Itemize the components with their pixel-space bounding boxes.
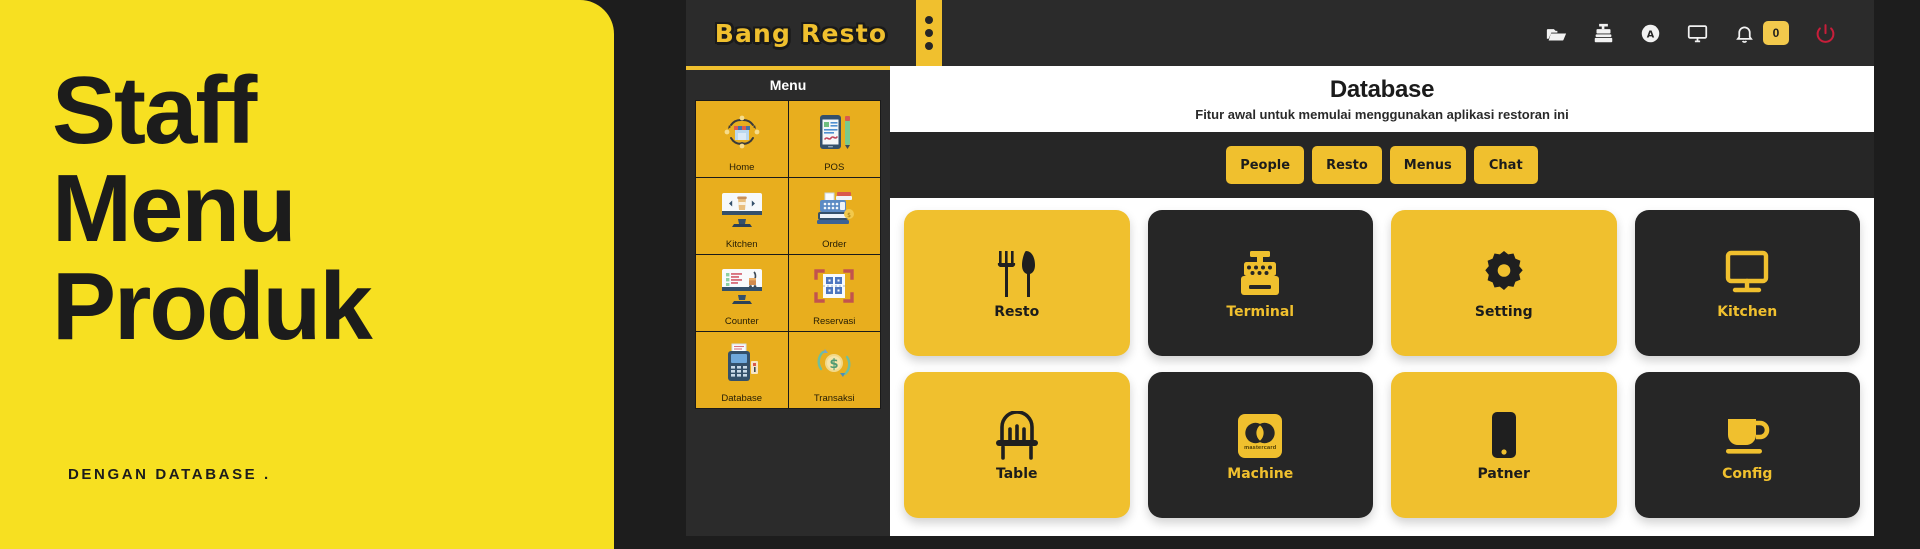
brand-zone: Bang Resto xyxy=(686,0,916,66)
sidebar-title: Menu xyxy=(769,77,807,93)
qr-scan-icon xyxy=(789,255,881,316)
sidebar-item-label: Home xyxy=(729,162,755,173)
sidebar-item-label: Order xyxy=(822,239,847,250)
poster-headline: Staff Menu Produk xyxy=(52,62,572,356)
card-patner[interactable]: Patner xyxy=(1391,372,1617,518)
page-subtitle: Fitur awal untuk memulai menggunakan apl… xyxy=(1195,107,1569,122)
angular-logo-icon[interactable]: A xyxy=(1640,23,1661,44)
chair-icon xyxy=(993,408,1041,464)
poster-panel: Staff Menu Produk DENGAN DATABASE . xyxy=(0,0,614,549)
sidebar-item-transaksi[interactable]: $ Transaksi xyxy=(788,332,881,408)
sidebar-menu-grid: Home POS Kitchen $ Order Counter Reserva… xyxy=(695,100,881,409)
three-dots-vertical-icon[interactable] xyxy=(916,0,942,66)
cash-register-receipt-icon: $ xyxy=(789,178,881,239)
feature-card-grid: Resto Terminal Setting Kitchen Table mas… xyxy=(904,210,1860,518)
svg-text:A: A xyxy=(1647,29,1655,40)
poster-line-3: Produk xyxy=(52,252,373,360)
card-machine[interactable]: mastercard Machine xyxy=(1147,372,1373,518)
app-topbar: Bang Resto A 0 xyxy=(686,0,1874,66)
notification-count-badge[interactable]: 0 xyxy=(1763,21,1789,45)
card-terminal[interactable]: Terminal xyxy=(1147,210,1373,356)
card-table[interactable]: Table xyxy=(904,372,1130,518)
sidebar-item-database[interactable]: Database xyxy=(696,332,788,408)
tab-resto[interactable]: Resto xyxy=(1312,146,1382,184)
card-label: Patner xyxy=(1477,466,1530,482)
sidebar-item-label: Reservasi xyxy=(813,316,856,327)
store-refresh-icon xyxy=(696,101,788,162)
bell-icon[interactable] xyxy=(1734,23,1755,44)
cash-register-icon xyxy=(1235,246,1285,302)
tab-menus[interactable]: Menus xyxy=(1389,146,1466,184)
notification-group: 0 xyxy=(1734,21,1789,45)
screenshot-root: Staff Menu Produk DENGAN DATABASE . Bang… xyxy=(0,0,1920,549)
sidebar-item-order[interactable]: $ Order xyxy=(788,178,881,254)
fork-knife-icon xyxy=(993,246,1041,302)
sidebar-item-home[interactable]: Home xyxy=(696,101,788,177)
dollar-refresh-icon: $ xyxy=(789,332,881,393)
mastercard-wordmark: mastercard xyxy=(1244,444,1277,451)
sidebar-item-pos[interactable]: POS xyxy=(788,101,881,177)
page-header: Database Fitur awal untuk memulai menggu… xyxy=(890,66,1874,132)
folder-open-icon[interactable] xyxy=(1546,23,1567,44)
card-label: Kitchen xyxy=(1717,304,1778,320)
sidebar-item-kitchen[interactable]: Kitchen xyxy=(696,178,788,254)
mastercard-icon: mastercard xyxy=(1238,408,1283,464)
sidebar-item-label: POS xyxy=(824,162,845,173)
tab-people[interactable]: People xyxy=(1226,146,1305,184)
smartphone-icon xyxy=(1487,408,1521,464)
sidebar-item-label: Transaksi xyxy=(813,393,855,404)
card-area: Resto Terminal Setting Kitchen Table mas… xyxy=(890,198,1874,536)
svg-text:$: $ xyxy=(847,212,851,219)
sidebar-item-label: Kitchen xyxy=(725,239,758,250)
app-window: Bang Resto A 0 Menu Home POS Kitchen $ O… xyxy=(686,0,1874,549)
topbar-toolbar: A 0 xyxy=(1546,0,1874,66)
sidebar-item-counter[interactable]: Counter xyxy=(696,255,788,331)
card-resto[interactable]: Resto xyxy=(904,210,1130,356)
main-panel: Database Fitur awal untuk memulai menggu… xyxy=(890,66,1874,536)
card-label: Table xyxy=(995,466,1038,482)
poster-line-2: Menu xyxy=(52,154,297,262)
app-logo: Bang Resto xyxy=(714,18,888,48)
monitor-icon xyxy=(1721,246,1773,302)
card-label: Terminal xyxy=(1226,304,1295,320)
gear-icon xyxy=(1479,246,1529,302)
mobile-signature-icon xyxy=(789,101,881,162)
app-sidebar: Menu Home POS Kitchen $ Order Counter Re… xyxy=(686,66,890,536)
tab-bar: People Resto Menus Chat xyxy=(890,132,1874,198)
monitor-checklist-icon xyxy=(696,255,788,316)
card-label: Config xyxy=(1722,466,1773,482)
coffee-cup-icon xyxy=(1721,408,1773,464)
cash-register-icon[interactable] xyxy=(1593,23,1614,44)
poster-subtitle: DENGAN DATABASE . xyxy=(68,466,271,483)
card-label: Resto xyxy=(994,304,1040,320)
poster-line-1: Staff xyxy=(52,57,257,164)
card-setting[interactable]: Setting xyxy=(1391,210,1617,356)
card-terminal-icon xyxy=(696,332,788,393)
tab-chat[interactable]: Chat xyxy=(1473,146,1538,184)
power-icon[interactable] xyxy=(1815,23,1836,44)
page-title: Database xyxy=(1329,76,1435,103)
card-kitchen[interactable]: Kitchen xyxy=(1634,210,1860,356)
monitor-icon[interactable] xyxy=(1687,23,1708,44)
sidebar-item-reservasi[interactable]: Reservasi xyxy=(788,255,881,331)
sidebar-item-label: Counter xyxy=(724,316,759,327)
card-label: Setting xyxy=(1474,304,1533,320)
card-config[interactable]: Config xyxy=(1634,372,1860,518)
sidebar-item-label: Database xyxy=(721,393,763,404)
card-label: Machine xyxy=(1227,466,1294,482)
svg-text:$: $ xyxy=(830,357,839,372)
monitor-coffee-icon xyxy=(696,178,788,239)
